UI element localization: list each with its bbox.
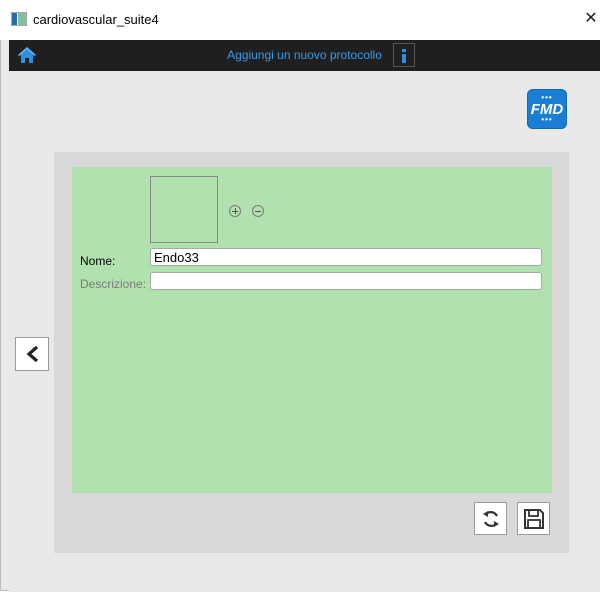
protocol-image-placeholder[interactable] — [150, 176, 218, 243]
nome-label: Nome: — [80, 254, 116, 268]
app-icon — [11, 12, 27, 26]
remove-image-button[interactable] — [252, 205, 264, 217]
chevron-left-icon — [26, 345, 39, 363]
descrizione-input[interactable] — [150, 272, 542, 290]
top-toolbar: Aggiungi un nuovo protocollo — [9, 40, 600, 71]
refresh-icon — [483, 511, 499, 527]
fmd-dots-bottom: ••• — [541, 115, 553, 124]
info-icon[interactable] — [393, 43, 415, 67]
back-button[interactable] — [15, 337, 49, 371]
nome-input[interactable] — [150, 248, 542, 266]
fmd-logo: ••• FMD ••• — [527, 89, 567, 129]
save-button[interactable] — [517, 502, 550, 535]
close-icon[interactable]: ✕ — [582, 8, 600, 30]
window-title: cardiovascular_suite4 — [33, 12, 159, 27]
add-image-button[interactable] — [229, 205, 241, 217]
toolbar-title: Aggiungi un nuovo protocollo — [227, 48, 382, 62]
fmd-dots-top: ••• — [541, 93, 553, 102]
descrizione-label: Descrizione: — [80, 277, 147, 291]
save-icon — [524, 509, 544, 529]
title-bar: cardiovascular_suite4 ✕ — [0, 0, 600, 40]
refresh-button[interactable] — [474, 502, 507, 535]
protocol-form-area — [72, 167, 552, 493]
